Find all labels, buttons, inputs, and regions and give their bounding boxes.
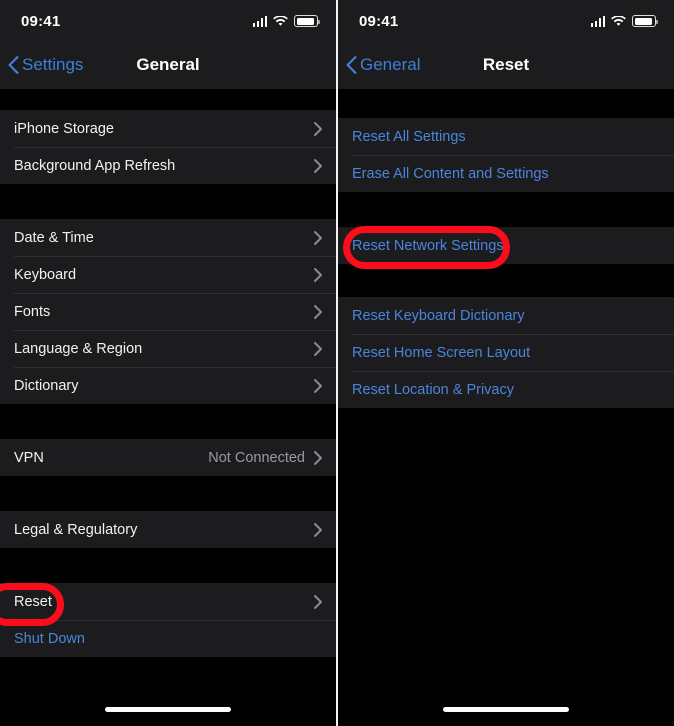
battery-icon bbox=[294, 15, 320, 27]
list-item-erase-all-content-and-settings[interactable]: Erase All Content and Settings bbox=[338, 155, 674, 192]
chevron-left-icon bbox=[8, 55, 19, 74]
row-label: Reset Home Screen Layout bbox=[352, 344, 531, 361]
list-spacer bbox=[0, 89, 336, 110]
cellular-signal-icon bbox=[590, 15, 605, 27]
reset-group: Reset All Settings Erase All Content and… bbox=[338, 118, 674, 192]
battery-icon bbox=[632, 15, 658, 27]
reset-group: Reset Network Settings bbox=[338, 227, 674, 264]
row-label: Shut Down bbox=[14, 630, 85, 647]
row-label: VPN bbox=[14, 449, 44, 466]
status-bar-icons bbox=[590, 13, 658, 27]
row-label: Reset Keyboard Dictionary bbox=[352, 307, 525, 324]
status-bar-time: 09:41 bbox=[359, 12, 399, 30]
chevron-right-icon bbox=[314, 450, 322, 465]
list-spacer bbox=[0, 184, 336, 219]
dual-screenshot-container: 09:41 Settings General iPhone Storage Ba… bbox=[0, 0, 674, 726]
chevron-right-icon bbox=[314, 594, 322, 609]
row-label: Reset Network Settings bbox=[352, 237, 504, 254]
list-item-reset[interactable]: Reset bbox=[0, 583, 336, 620]
list-spacer bbox=[0, 548, 336, 583]
navigation-bar: Settings General bbox=[0, 40, 336, 89]
list-item[interactable]: Date & Time bbox=[0, 219, 336, 256]
list-spacer bbox=[338, 192, 674, 227]
row-value: Not Connected bbox=[208, 449, 305, 466]
wifi-icon bbox=[611, 15, 626, 26]
list-spacer bbox=[338, 89, 674, 118]
chevron-right-icon bbox=[314, 121, 322, 136]
wifi-icon bbox=[273, 15, 288, 26]
row-label: Reset bbox=[14, 593, 52, 610]
settings-group: Date & Time Keyboard Fonts Language & Re… bbox=[0, 219, 336, 404]
row-label: Legal & Regulatory bbox=[14, 521, 138, 538]
row-label: Date & Time bbox=[14, 229, 94, 246]
chevron-right-icon bbox=[314, 304, 322, 319]
back-button-label: General bbox=[360, 54, 421, 74]
row-label: Dictionary bbox=[14, 377, 79, 394]
chevron-right-icon bbox=[314, 158, 322, 173]
home-indicator bbox=[105, 707, 231, 712]
row-label: Language & Region bbox=[14, 340, 143, 357]
back-button-label: Settings bbox=[22, 54, 84, 74]
settings-list: iPhone Storage Background App Refresh Da… bbox=[0, 89, 336, 726]
status-bar: 09:41 bbox=[0, 0, 336, 40]
list-item[interactable]: Background App Refresh bbox=[0, 147, 336, 184]
status-bar: 09:41 bbox=[338, 0, 674, 40]
list-item-reset-keyboard-dictionary[interactable]: Reset Keyboard Dictionary bbox=[338, 297, 674, 334]
chevron-right-icon bbox=[314, 522, 322, 537]
reset-group: Reset Keyboard Dictionary Reset Home Scr… bbox=[338, 297, 674, 408]
right-phone-screen-reset: 09:41 General Reset Reset All Settings E… bbox=[338, 0, 674, 726]
chevron-left-icon bbox=[346, 55, 357, 74]
back-button-general[interactable]: General bbox=[338, 55, 420, 75]
row-label: Fonts bbox=[14, 303, 51, 320]
list-item[interactable]: Fonts bbox=[0, 293, 336, 330]
navigation-bar: General Reset bbox=[338, 40, 674, 89]
chevron-right-icon bbox=[314, 230, 322, 245]
row-label: Background App Refresh bbox=[14, 157, 176, 174]
row-label: Reset Location & Privacy bbox=[352, 381, 514, 398]
row-label: Keyboard bbox=[14, 266, 77, 283]
left-phone-screen-general: 09:41 Settings General iPhone Storage Ba… bbox=[0, 0, 336, 726]
status-bar-time: 09:41 bbox=[21, 12, 61, 30]
list-item-reset-location-and-privacy[interactable]: Reset Location & Privacy bbox=[338, 371, 674, 408]
list-item-reset-network-settings[interactable]: Reset Network Settings bbox=[338, 227, 674, 264]
settings-group: iPhone Storage Background App Refresh bbox=[0, 110, 336, 184]
chevron-right-icon bbox=[314, 341, 322, 356]
list-item[interactable]: Legal & Regulatory bbox=[0, 511, 336, 548]
list-spacer bbox=[0, 476, 336, 511]
list-item[interactable]: Keyboard bbox=[0, 256, 336, 293]
back-button-settings[interactable]: Settings bbox=[0, 55, 83, 75]
list-item-reset-all-settings[interactable]: Reset All Settings bbox=[338, 118, 674, 155]
chevron-right-icon bbox=[314, 378, 322, 393]
row-label: Reset All Settings bbox=[352, 128, 466, 145]
list-item[interactable]: Language & Region bbox=[0, 330, 336, 367]
list-item[interactable]: iPhone Storage bbox=[0, 110, 336, 147]
settings-group: VPN Not Connected bbox=[0, 439, 336, 476]
list-item-reset-home-screen-layout[interactable]: Reset Home Screen Layout bbox=[338, 334, 674, 371]
cellular-signal-icon bbox=[252, 15, 267, 27]
list-item-shut-down[interactable]: Shut Down bbox=[0, 620, 336, 657]
list-item-vpn[interactable]: VPN Not Connected bbox=[0, 439, 336, 476]
chevron-right-icon bbox=[314, 267, 322, 282]
status-bar-icons bbox=[252, 13, 320, 27]
reset-options-list: Reset All Settings Erase All Content and… bbox=[338, 89, 674, 726]
list-item[interactable]: Dictionary bbox=[0, 367, 336, 404]
row-label: Erase All Content and Settings bbox=[352, 165, 549, 182]
settings-group: Legal & Regulatory bbox=[0, 511, 336, 548]
home-indicator bbox=[443, 707, 569, 712]
list-spacer bbox=[338, 264, 674, 297]
list-spacer bbox=[0, 404, 336, 439]
settings-group: Reset Shut Down bbox=[0, 583, 336, 657]
row-label: iPhone Storage bbox=[14, 120, 114, 137]
